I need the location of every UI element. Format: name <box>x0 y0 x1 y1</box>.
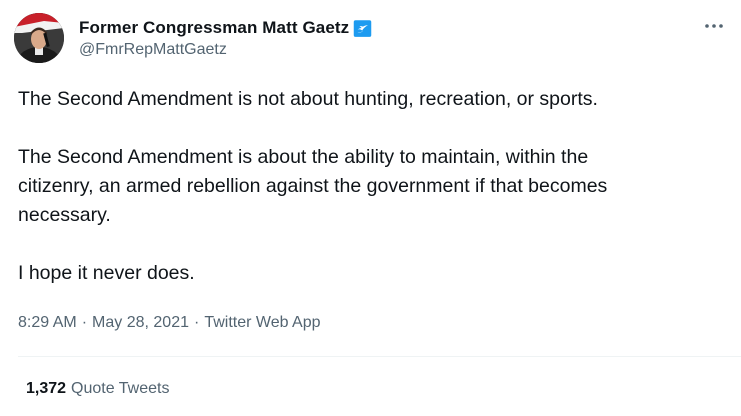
tweet-time[interactable]: 8:29 AM <box>18 314 77 332</box>
divider <box>18 356 741 357</box>
tweet-text-line: The Second Amendment is not about huntin… <box>18 88 598 110</box>
quote-count: 1,372 <box>26 380 67 397</box>
author-display-name[interactable]: Former Congressman Matt Gaetz <box>79 18 349 38</box>
verified-check-icon[interactable] <box>352 18 373 39</box>
author-name-row[interactable]: Former Congressman Matt Gaetz <box>79 16 373 40</box>
tweet-date[interactable]: May 28, 2021 <box>92 314 189 332</box>
tweet-card: Former Congressman Matt Gaetz @FmrRepMat… <box>0 0 741 416</box>
tweet-source[interactable]: Twitter Web App <box>204 314 320 332</box>
tweet-text-line: I hope it never does. <box>18 262 195 284</box>
more-icon <box>705 24 723 28</box>
quote-tweets-link[interactable]: 1,372 Quote Tweets <box>26 380 169 398</box>
author-handle[interactable]: @FmrRepMattGaetz <box>79 41 227 59</box>
tweet-meta: 8:29 AM · May 28, 2021 · Twitter Web App <box>18 314 321 332</box>
profile-photo-icon <box>14 13 64 63</box>
avatar[interactable] <box>14 13 64 63</box>
tweet-text-line: necessary. <box>18 204 111 226</box>
meta-separator: · <box>193 314 200 331</box>
tweet-text-line: citizenry, an armed rebellion against th… <box>18 175 608 197</box>
quote-label: Quote Tweets <box>71 380 170 397</box>
tweet-text-line: The Second Amendment is about the abilit… <box>18 146 589 168</box>
more-options-button[interactable] <box>700 14 728 38</box>
meta-separator: · <box>81 314 88 331</box>
